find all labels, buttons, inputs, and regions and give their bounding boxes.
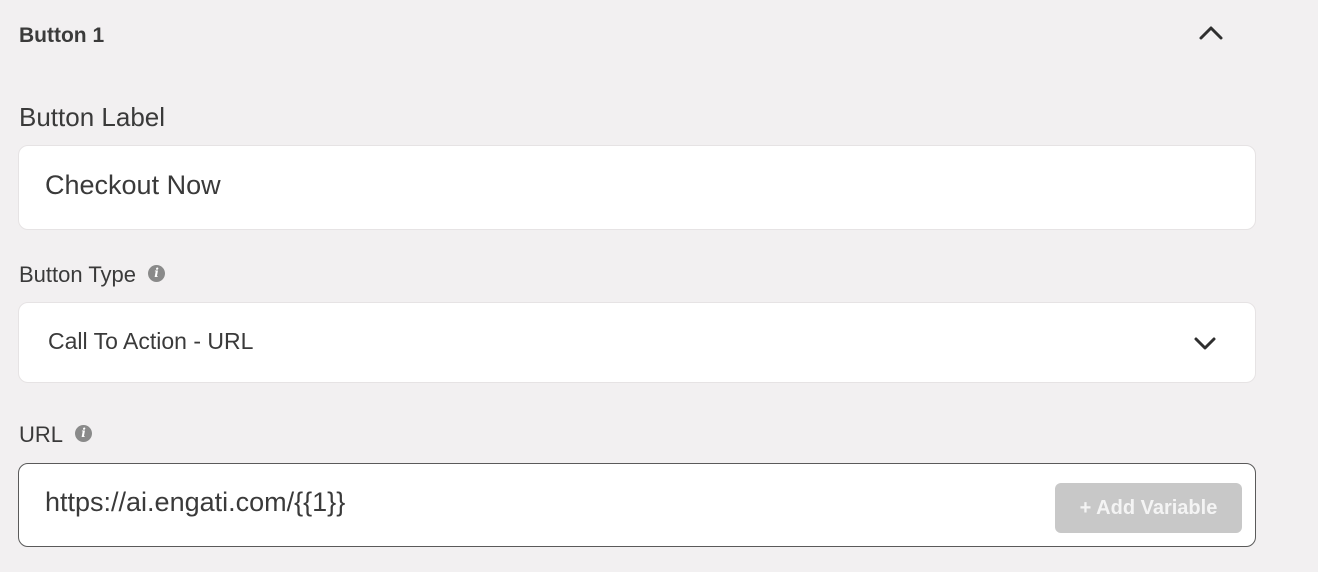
url-heading: URL i — [19, 422, 93, 448]
add-variable-button[interactable]: + Add Variable — [1055, 483, 1242, 533]
info-icon[interactable]: i — [148, 264, 166, 282]
url-input[interactable]: https://ai.engati.com/{{1}} + Add Variab… — [18, 463, 1256, 547]
section-header[interactable]: Button 1 — [0, 0, 1318, 74]
button-label-input[interactable]: Checkout Now — [18, 145, 1256, 230]
button-type-label: Button Type — [19, 262, 137, 287]
url-value: https://ai.engati.com/{{1}} — [45, 487, 346, 517]
info-icon[interactable]: i — [75, 424, 93, 442]
button-label-value: Checkout Now — [45, 170, 221, 200]
url-label: URL — [19, 422, 64, 447]
collapse-button[interactable] — [1196, 20, 1226, 46]
section-title: Button 1 — [19, 24, 105, 47]
chevron-up-icon — [1199, 26, 1223, 40]
button-type-heading: Button Type i — [19, 262, 166, 288]
button-type-select[interactable]: Call To Action - URL — [18, 302, 1256, 383]
chevron-down-icon — [1191, 331, 1219, 355]
button-label-heading: Button Label — [19, 102, 166, 132]
button-type-selected: Call To Action - URL — [48, 328, 254, 354]
